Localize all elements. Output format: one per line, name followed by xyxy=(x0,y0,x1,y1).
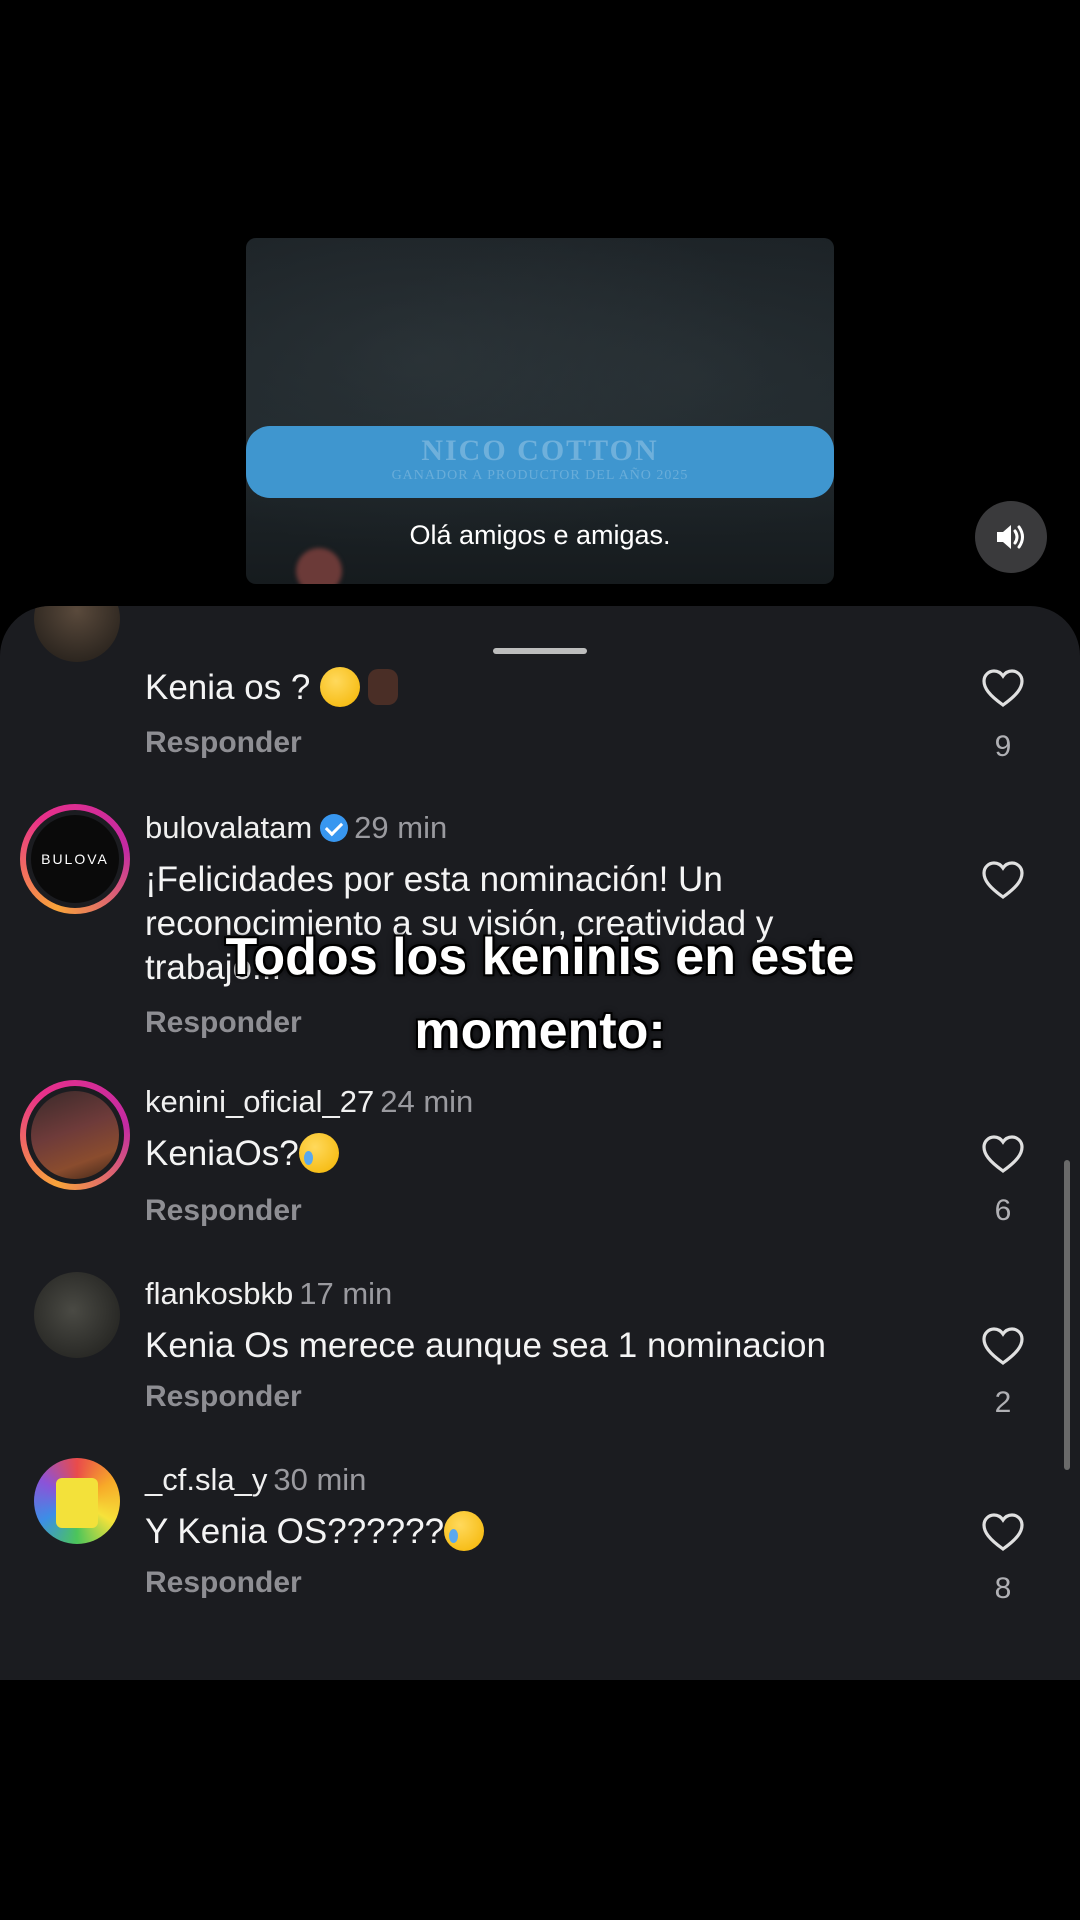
verified-badge-icon xyxy=(320,814,349,842)
comment-time: 29 min xyxy=(354,810,448,845)
overlay-caption: Todos los keninis en este momento: xyxy=(225,928,855,1060)
avatar[interactable] xyxy=(34,1458,120,1544)
heart-outline-icon[interactable] xyxy=(980,1132,1026,1178)
heart-outline-icon[interactable] xyxy=(980,1510,1026,1556)
reply-button[interactable]: Responder xyxy=(145,726,302,760)
banner-subtitle: GANADOR A PRODUCTOR DEL AÑO 2025 xyxy=(391,468,689,483)
avatar-logo-text: BULOVA xyxy=(41,851,109,867)
comment-text: Kenia Os merece aunque sea 1 nominacion xyxy=(145,1326,826,1365)
speaker-volume-icon xyxy=(997,525,1024,549)
banner-title: NICO COTTON xyxy=(421,434,659,467)
comment-text: Y Kenia OS?????? xyxy=(145,1510,905,1554)
reply-button[interactable]: Responder xyxy=(145,1194,302,1228)
like-count: 6 xyxy=(994,1194,1012,1227)
avatar[interactable] xyxy=(20,1080,130,1190)
comment-time: 24 min xyxy=(380,1084,474,1119)
username[interactable]: _cf.sla_y xyxy=(145,1462,267,1497)
avatar[interactable] xyxy=(34,606,120,662)
username[interactable]: kenini_oficial_27 xyxy=(145,1084,374,1119)
comment-meta: bulovalatam 29 min xyxy=(145,810,447,846)
username[interactable]: flankosbkb xyxy=(145,1276,293,1311)
like-count: 8 xyxy=(994,1572,1012,1605)
comment-meta: flankosbkb 17 min xyxy=(145,1276,392,1312)
avatar[interactable]: BULOVA xyxy=(20,804,130,914)
crying-face-emoji xyxy=(444,1511,485,1551)
comments-sheet: Kenia os ? Responder 9 BULOVA bulovalata… xyxy=(0,606,1080,1680)
video-preview[interactable]: NICO COTTON GANADOR A PRODUCTOR DEL AÑO … xyxy=(246,238,834,584)
comment-meta: kenini_oficial_27 24 min xyxy=(145,1084,473,1120)
heart-outline-icon[interactable] xyxy=(980,858,1026,904)
comment-text: Kenia os ? xyxy=(145,666,905,710)
heart-outline-icon[interactable] xyxy=(980,1324,1026,1370)
video-banner: NICO COTTON GANADOR A PRODUCTOR DEL AÑO … xyxy=(246,426,834,498)
comment-time: 30 min xyxy=(273,1462,367,1497)
pensive-face-emoji xyxy=(320,667,361,707)
comment-text: KeniaOs? xyxy=(145,1132,905,1176)
comment-time: 17 min xyxy=(299,1276,393,1311)
avatar-character xyxy=(56,1478,98,1528)
reply-button[interactable]: Responder xyxy=(145,1380,302,1414)
raised-fist-emoji xyxy=(368,669,399,705)
reply-button[interactable]: Responder xyxy=(145,1566,302,1600)
sheet-drag-handle[interactable] xyxy=(493,648,587,654)
scrollbar[interactable] xyxy=(1064,1160,1070,1470)
username[interactable]: bulovalatam xyxy=(145,810,312,845)
video-caption: Olá amigos e amigas. xyxy=(409,520,671,550)
comment-meta: _cf.sla_y 30 min xyxy=(145,1462,366,1498)
avatar[interactable] xyxy=(34,1272,120,1358)
like-count: 9 xyxy=(994,730,1012,763)
like-count: 2 xyxy=(994,1386,1012,1419)
heart-outline-icon[interactable] xyxy=(980,666,1026,712)
crying-face-emoji xyxy=(298,1133,339,1173)
sound-toggle-button[interactable] xyxy=(975,501,1047,573)
